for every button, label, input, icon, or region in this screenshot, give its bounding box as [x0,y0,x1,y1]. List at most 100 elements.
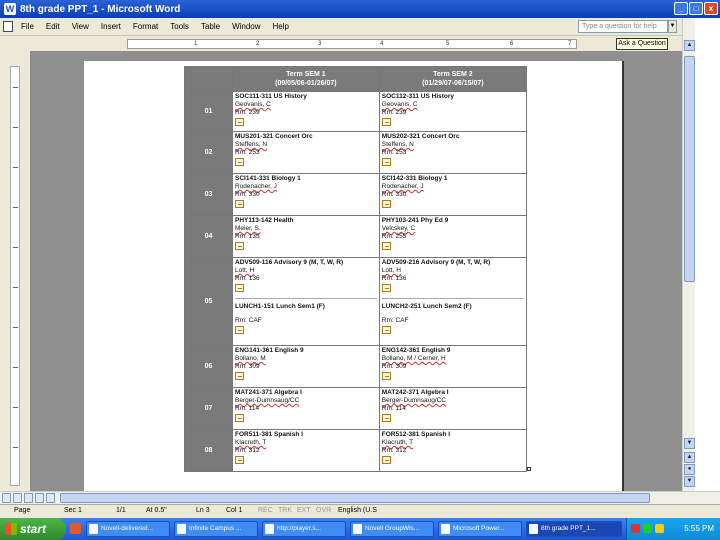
note-icon[interactable] [235,414,244,422]
print-view-icon[interactable] [24,493,33,503]
status-rec[interactable]: REC [258,507,273,514]
browse-object-icon[interactable]: ● [684,464,695,475]
note-icon[interactable] [235,372,244,380]
app-icon [529,524,538,534]
ruler-tick: 3 [318,41,322,47]
vertical-ruler[interactable] [10,66,20,486]
outline-view-icon[interactable] [35,493,44,503]
note-icon[interactable] [381,158,391,166]
course-cell[interactable]: FOR512-381 Spanish I Klacruth, T Rm: 312 [378,429,528,472]
menu-view[interactable]: View [66,22,95,31]
course-cell[interactable]: ENG141-361 English 9 Bollano, M Rm: 309 [232,345,380,388]
course-cell[interactable]: FOR511-381 Spanish I Klacruth, T Rm: 312 [232,429,380,472]
course-cell[interactable]: SCI142-331 Biology 1 Rodenacher, J Rm: 330 [378,173,528,216]
course-name: SCI142-331 Biology 1 [381,175,448,182]
document-page[interactable]: Term SEM 1 (09/05/06-01/26/07) Term SEM 2… [84,61,624,501]
note-icon[interactable] [381,284,391,292]
note-icon[interactable] [235,200,244,208]
cell-divider [235,298,377,299]
course-cell[interactable]: PHY113-142 Health Meier, S. Rm: 135 [232,215,380,258]
clock[interactable]: 5:55 PM [684,518,714,540]
course-cell[interactable]: SOC111-311 US History Geovanis, C Rm: 239 [232,91,380,132]
room-number: Rm: CAF [381,317,409,324]
help-dropdown-icon[interactable]: ▼ [668,20,677,33]
taskbar-item-label: Novell GroupWis... [365,525,420,532]
note-icon[interactable] [235,242,244,250]
tray-icon[interactable] [643,524,652,533]
note-icon[interactable] [235,326,244,334]
note-icon[interactable] [381,414,391,422]
note-icon[interactable] [381,118,391,126]
scroll-thumb[interactable] [684,56,695,282]
course-cell[interactable]: MUS202-321 Concert Orc Steffens, N Rm: 253 [378,131,528,174]
course-cell[interactable]: SCI141-331 Biology 1 Rodenacher, J Rm: 330 [232,173,380,216]
horizontal-ruler[interactable]: 1 2 3 4 5 6 7 [127,39,577,49]
menu-format[interactable]: Format [127,22,164,31]
status-language: English (U.S [338,507,377,514]
teacher-name: Steffens, N [235,141,268,148]
menu-insert[interactable]: Insert [95,22,127,31]
close-button[interactable]: x [704,2,718,15]
scroll-down-icon[interactable]: ▼ [684,438,695,449]
course-cell[interactable]: ENG142-361 English 9 Bollano, M / Cerner,… [378,345,528,388]
normal-view-icon[interactable] [2,493,11,503]
document-icon[interactable] [3,21,13,32]
note-icon[interactable] [381,456,391,464]
tray-icon[interactable] [655,524,664,533]
course-cell[interactable]: PHY103-241 Phy Ed 9 Velcskey, C Rm: 255 [378,215,528,258]
course-cell[interactable]: ADV509-116 Advisory 9 (M, T, W, R) Lott, … [232,257,380,346]
note-icon[interactable] [381,242,391,250]
note-icon[interactable] [235,456,244,464]
window-controls: _ □ x [674,2,718,15]
title-bar: W 8th grade PPT_1 - Microsoft Word _ □ x [0,0,720,18]
status-trk[interactable]: TRK [278,507,292,514]
course-cell[interactable]: MUS201-321 Concert Orc Steffens, N Rm: 253 [232,131,380,174]
note-icon[interactable] [381,326,391,334]
teacher-name: Rodenacher, J [235,183,277,190]
taskbar-item[interactable]: http://player.s... [262,521,346,537]
menu-table[interactable]: Table [195,22,226,31]
taskbar-item-active[interactable]: 8th grade PPT_1... [526,521,622,537]
menu-window[interactable]: Window [226,22,266,31]
help-search-input[interactable]: Type a question for help [578,20,668,33]
note-icon[interactable] [381,200,391,208]
menu-help[interactable]: Help [267,22,295,31]
period-number: 01 [184,91,233,132]
course-cell[interactable]: ADV509-216 Advisory 9 (M, T, W, R) Lott, … [378,257,528,346]
note-icon[interactable] [235,158,244,166]
menu-file[interactable]: File [15,22,40,31]
restore-button[interactable]: □ [689,2,703,15]
horizontal-scrollbar[interactable] [0,491,720,504]
start-button[interactable]: start [0,518,66,540]
taskbar-item[interactable]: Microsoft Power... [438,521,522,537]
note-icon[interactable] [381,372,391,380]
scroll-thumb[interactable] [60,493,650,503]
course-name: LUNCH2-251 Lunch Sem2 (F) [381,303,472,310]
app-icon [177,524,186,534]
note-icon[interactable] [235,118,244,126]
table-resize-handle[interactable] [527,467,531,471]
scroll-up-icon[interactable]: ▲ [684,40,695,51]
next-page-icon[interactable]: ▼ [684,476,695,487]
quicklaunch-icon[interactable] [70,523,81,534]
course-name: MAT241-371 Algebra I [235,389,302,396]
menu-tools[interactable]: Tools [164,22,195,31]
menu-edit[interactable]: Edit [40,22,66,31]
course-cell[interactable]: MAT242-371 Algebra I Berger-Dumnsaug/CC Rm… [378,387,528,430]
status-ovr[interactable]: OVR [316,507,331,514]
vertical-scrollbar[interactable]: ▲ ▼ ▲ ● ▼ [682,18,695,491]
prev-page-icon[interactable]: ▲ [684,452,695,463]
word-app-icon[interactable]: W [4,3,16,15]
taskbar-item[interactable]: Infinite Campus ... [174,521,258,537]
course-cell[interactable]: MAT241-371 Algebra I Berger-Dumnsaug/CC Rm… [232,387,380,430]
status-ext[interactable]: EXT [297,507,311,514]
taskbar-item[interactable]: Novell GroupWis... [350,521,434,537]
taskbar-item[interactable]: Novell-delivered... [86,521,170,537]
course-cell[interactable]: SOC112-311 US History Geovanis, C Rm: 239 [378,91,528,132]
reading-view-icon[interactable] [46,493,55,503]
minimize-button[interactable]: _ [674,2,688,15]
web-view-icon[interactable] [13,493,22,503]
ruler-tick [13,87,18,88]
note-icon[interactable] [235,284,244,292]
tray-icon[interactable] [631,524,640,533]
